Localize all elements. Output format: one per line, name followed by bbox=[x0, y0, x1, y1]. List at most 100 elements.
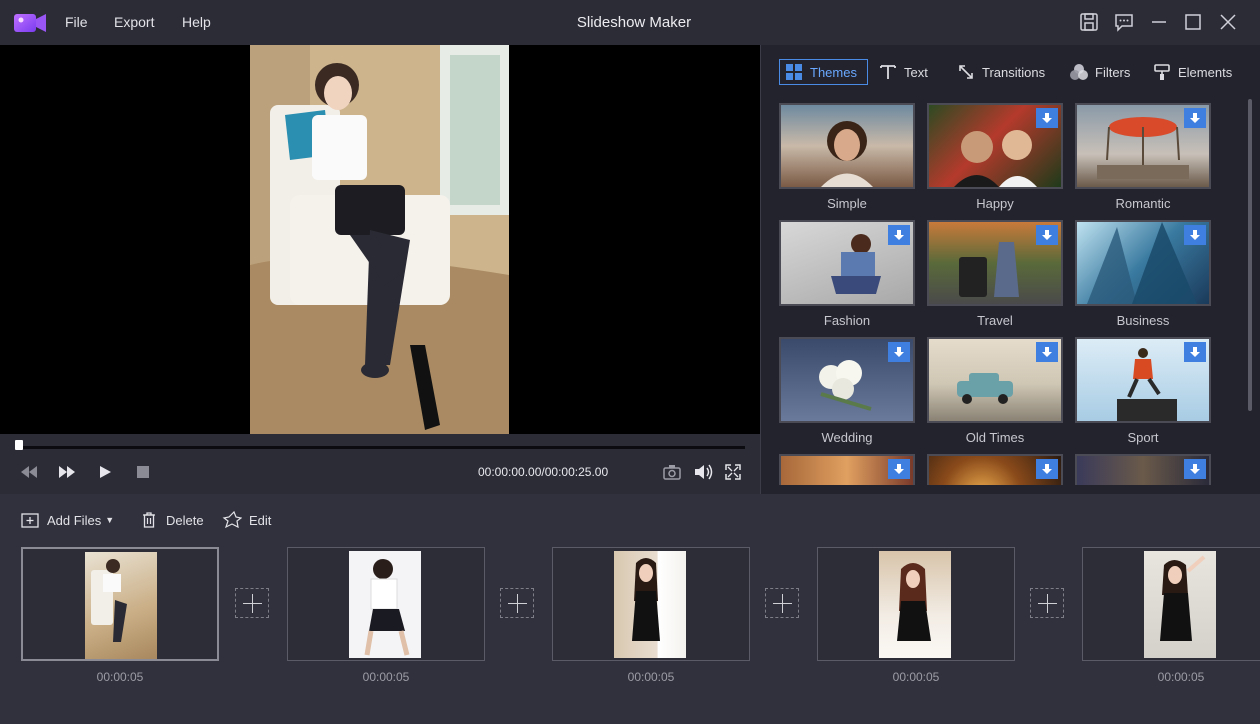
timeline-clip[interactable] bbox=[817, 547, 1015, 661]
download-icon[interactable] bbox=[1036, 342, 1058, 362]
camera-icon[interactable] bbox=[661, 462, 683, 482]
add-files-button[interactable]: Add Files ▼ bbox=[20, 510, 114, 530]
clip-duration: 00:00:05 bbox=[96, 670, 144, 684]
edit-button[interactable]: Edit bbox=[222, 510, 271, 530]
theme-item[interactable] bbox=[927, 454, 1063, 485]
filters-icon bbox=[1070, 64, 1088, 80]
clip-thumbnail bbox=[1144, 551, 1216, 658]
text-icon bbox=[880, 65, 896, 79]
theme-business[interactable]: Business bbox=[1075, 220, 1211, 328]
theme-thumbnail bbox=[1075, 220, 1211, 306]
timeline-clip[interactable] bbox=[552, 547, 750, 661]
tab-elements[interactable]: Elements bbox=[1152, 59, 1232, 85]
theme-thumbnail bbox=[1075, 454, 1211, 485]
tab-label: Themes bbox=[810, 64, 857, 80]
theme-label: Travel bbox=[977, 313, 1013, 328]
play-icon[interactable] bbox=[94, 462, 116, 482]
tab-transitions[interactable]: Transitions bbox=[956, 59, 1045, 85]
tab-text[interactable]: Text bbox=[878, 59, 928, 85]
theme-sport[interactable]: Sport bbox=[1075, 337, 1211, 445]
download-icon[interactable] bbox=[888, 342, 910, 362]
tab-filters[interactable]: Filters bbox=[1069, 59, 1130, 85]
seek-handle[interactable] bbox=[15, 440, 23, 450]
player-controls: 00:00:00.00/00:00:25.00 bbox=[0, 434, 760, 494]
theme-travel[interactable]: Travel bbox=[927, 220, 1063, 328]
theme-wedding[interactable]: Wedding bbox=[779, 337, 915, 445]
add-transition-button[interactable] bbox=[500, 588, 534, 618]
download-icon[interactable] bbox=[1036, 108, 1058, 128]
theme-label: Business bbox=[1116, 313, 1170, 328]
fullscreen-icon[interactable] bbox=[722, 462, 744, 482]
chevron-down-icon[interactable]: ▼ bbox=[105, 515, 114, 525]
tab-label: Elements bbox=[1178, 64, 1233, 80]
theme-thumbnail bbox=[1075, 103, 1211, 189]
clip-duration: 00:00:05 bbox=[1157, 670, 1205, 684]
minimize-icon[interactable] bbox=[1148, 11, 1170, 33]
theme-thumbnail bbox=[927, 454, 1063, 485]
fast-forward-icon[interactable] bbox=[56, 462, 78, 482]
theme-label: Simple bbox=[827, 196, 867, 211]
feedback-icon[interactable] bbox=[1113, 11, 1135, 33]
download-icon[interactable] bbox=[1184, 342, 1206, 362]
download-icon[interactable] bbox=[1184, 108, 1206, 128]
trash-icon bbox=[143, 512, 155, 528]
menu-export[interactable]: Export bbox=[114, 14, 154, 30]
theme-thumbnail bbox=[1075, 337, 1211, 423]
volume-icon[interactable] bbox=[692, 462, 714, 482]
grid-icon bbox=[786, 64, 802, 80]
theme-thumbnail bbox=[779, 337, 915, 423]
theme-old-times[interactable]: Old Times bbox=[927, 337, 1063, 445]
save-icon[interactable] bbox=[1078, 11, 1100, 33]
timeline-clip[interactable] bbox=[21, 547, 219, 661]
theme-thumbnail bbox=[779, 454, 915, 485]
timeline-clip[interactable] bbox=[287, 547, 485, 661]
clip-thumbnail bbox=[879, 551, 951, 658]
delete-button[interactable]: Delete bbox=[139, 510, 204, 530]
preview-photo bbox=[250, 45, 509, 434]
download-icon[interactable] bbox=[888, 225, 910, 245]
theme-label: Sport bbox=[1127, 430, 1159, 445]
download-icon[interactable] bbox=[1184, 459, 1206, 479]
add-transition-button[interactable] bbox=[765, 588, 799, 618]
menu-file[interactable]: File bbox=[65, 14, 88, 30]
add-transition-button[interactable] bbox=[235, 588, 269, 618]
transitions-icon bbox=[959, 65, 973, 79]
app-logo-icon bbox=[13, 11, 47, 35]
theme-simple[interactable]: Simple bbox=[779, 103, 915, 211]
tab-label: Transitions bbox=[982, 64, 1046, 80]
effects-panel: Themes Text Transitions Filters Elements… bbox=[760, 45, 1260, 494]
theme-label: Romantic bbox=[1115, 196, 1171, 211]
download-icon[interactable] bbox=[1184, 225, 1206, 245]
theme-happy[interactable]: Happy bbox=[927, 103, 1063, 211]
theme-item[interactable] bbox=[779, 454, 915, 485]
timeline-clip[interactable] bbox=[1082, 547, 1260, 661]
theme-fashion[interactable]: Fashion bbox=[779, 220, 915, 328]
seek-bar[interactable] bbox=[18, 446, 745, 449]
theme-label: Wedding bbox=[821, 430, 873, 445]
title-bar: File Export Help Slideshow Maker bbox=[0, 0, 1260, 45]
tab-label: Text bbox=[904, 64, 928, 80]
tab-label: Filters bbox=[1095, 64, 1131, 80]
theme-item[interactable] bbox=[1075, 454, 1211, 485]
stop-icon[interactable] bbox=[132, 462, 154, 482]
panel-scrollbar[interactable] bbox=[1248, 99, 1252, 411]
theme-romantic[interactable]: Romantic bbox=[1075, 103, 1211, 211]
theme-label: Fashion bbox=[823, 313, 871, 328]
maximize-icon[interactable] bbox=[1182, 11, 1204, 33]
clip-duration: 00:00:05 bbox=[627, 670, 675, 684]
tab-themes[interactable]: Themes bbox=[779, 59, 868, 85]
rewind-icon[interactable] bbox=[18, 462, 40, 482]
theme-thumbnail bbox=[779, 103, 915, 189]
download-icon[interactable] bbox=[888, 459, 910, 479]
add-transition-button[interactable] bbox=[1030, 588, 1064, 618]
theme-label: Happy bbox=[976, 196, 1014, 211]
theme-thumbnail bbox=[927, 103, 1063, 189]
timeline-panel: Add Files ▼ Delete Edit 00:00:05 00:00:0… bbox=[0, 494, 1260, 724]
download-icon[interactable] bbox=[1036, 225, 1058, 245]
timecode: 00:00:00.00/00:00:25.00 bbox=[478, 465, 609, 479]
edit-label: Edit bbox=[249, 512, 272, 528]
download-icon[interactable] bbox=[1036, 459, 1058, 479]
menu-help[interactable]: Help bbox=[182, 14, 211, 30]
close-icon[interactable] bbox=[1217, 11, 1239, 33]
elements-icon bbox=[1154, 64, 1170, 80]
